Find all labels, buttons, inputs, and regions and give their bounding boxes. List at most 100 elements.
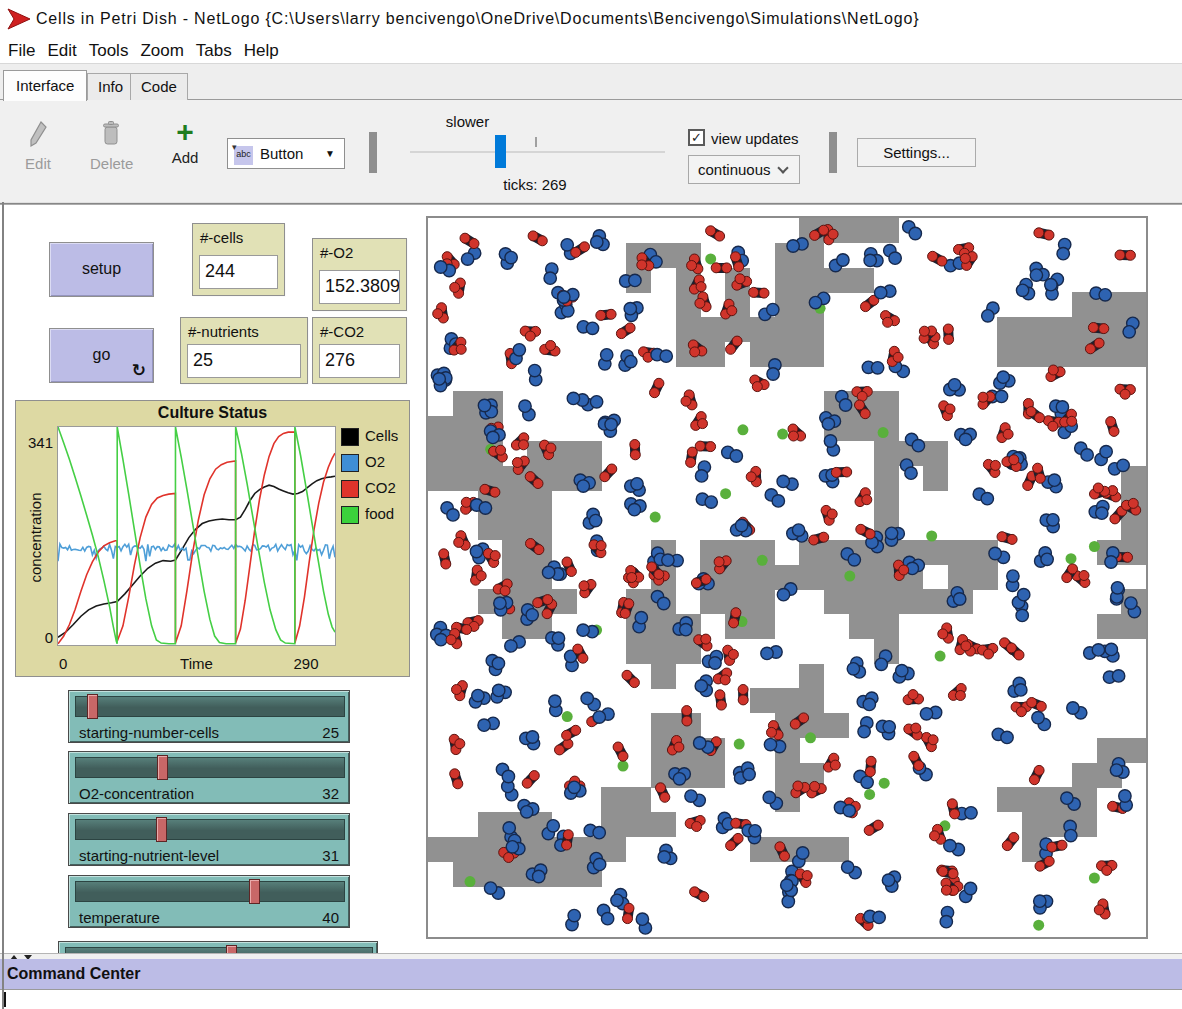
slider-label: starting-nutrient-level [79, 847, 219, 864]
speed-slider-thumb[interactable] [495, 135, 506, 168]
slider-thumb[interactable] [87, 694, 98, 719]
edit-tool-button[interactable]: Edit [17, 120, 59, 172]
world-canvas [428, 218, 1146, 937]
toolbar-separator-1 [369, 132, 377, 173]
monitor-o2: #-O2 152.3809 [312, 238, 407, 311]
legend-swatch [341, 454, 359, 472]
tab-bar: InterfaceInfoCode [0, 64, 1182, 100]
monitor-cells-label: #-cells [200, 229, 243, 246]
slider-starting-nutrient-level[interactable]: starting-nutrient-level 31 [68, 813, 350, 866]
menu-tools[interactable]: Tools [83, 38, 135, 63]
view-updates-checkbox[interactable]: ✓ [688, 129, 705, 146]
tab-code[interactable]: Code [130, 73, 188, 101]
slider-thumb[interactable] [226, 945, 237, 953]
menu-zoom[interactable]: Zoom [134, 38, 189, 63]
delete-tool-button[interactable]: Delete [90, 120, 132, 172]
menu-edit[interactable]: Edit [41, 38, 82, 63]
monitor-o2-value: 152.3809 [319, 270, 400, 304]
setup-button-label: setup [50, 243, 153, 295]
world-view[interactable] [426, 216, 1148, 939]
netlogo-window: Cells in Petri Dish - NetLogo {C:\Users\… [0, 0, 1182, 1009]
legend-label: CO2 [365, 479, 396, 496]
tab-info[interactable]: Info [87, 73, 134, 101]
toolbar-separator-2 [829, 132, 837, 173]
update-mode-dropdown[interactable]: continuous [688, 155, 800, 184]
slider-track[interactable] [75, 881, 345, 902]
button-widget-icon: ▾abc [234, 146, 253, 165]
monitor-co2-value: 276 [319, 344, 400, 378]
legend-label: Cells [365, 427, 398, 444]
speed-slider-track[interactable] [410, 151, 665, 153]
tab-interface[interactable]: Interface [3, 70, 87, 101]
monitor-cells-value: 244 [199, 255, 278, 289]
monitor-co2: #-CO2 276 [312, 317, 407, 384]
toolbar-divider [0, 202, 1182, 205]
slider-label: O2-concentration [79, 785, 194, 802]
ticks-counter: ticks: 269 [470, 176, 600, 193]
plot-ymin-label: 0 [16, 629, 53, 646]
slider-thumb[interactable] [156, 817, 167, 842]
slider-track[interactable] [75, 757, 345, 778]
slider-thumb[interactable] [157, 755, 168, 780]
plot-area [57, 426, 336, 646]
slider-value: 40 [322, 909, 339, 926]
toolbar: Edit Delete + Add ▾abc Button ▼ slower t… [0, 100, 1182, 202]
settings-button[interactable]: Settings... [857, 138, 976, 167]
slider-value: 31 [322, 847, 339, 864]
slider-temperature[interactable]: temperature 40 [68, 875, 350, 928]
pencil-icon [28, 120, 48, 148]
add-tool-button[interactable]: + Add [164, 118, 206, 166]
menu-help[interactable]: Help [238, 38, 285, 63]
plot-ymax-label: 341 [16, 434, 53, 451]
culture-status-plot: Culture Status 341 0 concentration 0 Tim… [15, 400, 410, 677]
speed-slider-slower-label: slower [430, 113, 505, 130]
monitor-cells: #-cells 244 [192, 223, 285, 296]
menu-tabs[interactable]: Tabs [190, 38, 238, 63]
slider-track[interactable] [75, 819, 345, 840]
legend-swatch [341, 428, 359, 446]
update-mode-value: continuous [698, 156, 771, 183]
legend-swatch [341, 506, 359, 524]
command-center-header: Command Center [0, 959, 1182, 990]
legend-label: food [365, 505, 394, 522]
slider-label: starting-number-cells [79, 724, 219, 741]
monitor-co2-label: #-CO2 [320, 323, 364, 340]
add-tool-label: Add [164, 149, 206, 166]
title-bar: Cells in Petri Dish - NetLogo {C:\Users\… [0, 0, 1182, 38]
window-title: Cells in Petri Dish - NetLogo {C:\Users\… [36, 0, 919, 38]
speed-slider-tickmark [535, 137, 537, 147]
setup-button[interactable]: setup [49, 242, 154, 297]
plot-ylabel: concentration [27, 483, 44, 593]
slider-thumb[interactable] [249, 879, 260, 904]
slider-track[interactable] [75, 696, 345, 717]
netlogo-logo-icon [7, 8, 31, 30]
chevron-down-icon [777, 162, 788, 173]
forever-icon: ↻ [132, 360, 146, 380]
go-button[interactable]: go ↻ [49, 328, 154, 383]
command-center-input[interactable] [0, 990, 1182, 1009]
monitor-nutrients-label: #-nutrients [188, 323, 259, 340]
plot-curves [58, 427, 335, 645]
delete-tool-label: Delete [90, 155, 132, 172]
interface-canvas: setup go ↻ #-cells 244 #-O2 152.3809 #-n… [0, 202, 1182, 953]
slider-O2-concentration[interactable]: O2-concentration32 [68, 751, 350, 804]
slider-label: temperature [79, 909, 160, 926]
plus-icon: + [164, 118, 206, 146]
slider-hidden[interactable] [58, 941, 378, 953]
widget-type-dropdown[interactable]: ▾abc Button ▼ [227, 138, 345, 169]
monitor-o2-label: #-O2 [320, 244, 353, 261]
slider-starting-number-cells[interactable]: starting-number-cells25 [68, 690, 350, 743]
menu-file[interactable]: File [2, 38, 41, 63]
plot-xmax-label: 290 [281, 655, 331, 672]
dropdown-arrow-icon: ▼ [325, 148, 335, 159]
view-updates-label: view updates [711, 130, 799, 147]
command-center-caret [4, 992, 6, 1007]
edit-tool-label: Edit [17, 155, 59, 172]
plot-title: Culture Status [16, 404, 409, 422]
menu-bar: FileEditToolsZoomTabsHelp [0, 38, 1182, 64]
monitor-nutrients-value: 25 [187, 344, 301, 378]
widget-type-value: Button [260, 145, 303, 162]
trash-icon [101, 120, 121, 148]
legend-swatch [341, 480, 359, 498]
legend-label: O2 [365, 453, 385, 470]
